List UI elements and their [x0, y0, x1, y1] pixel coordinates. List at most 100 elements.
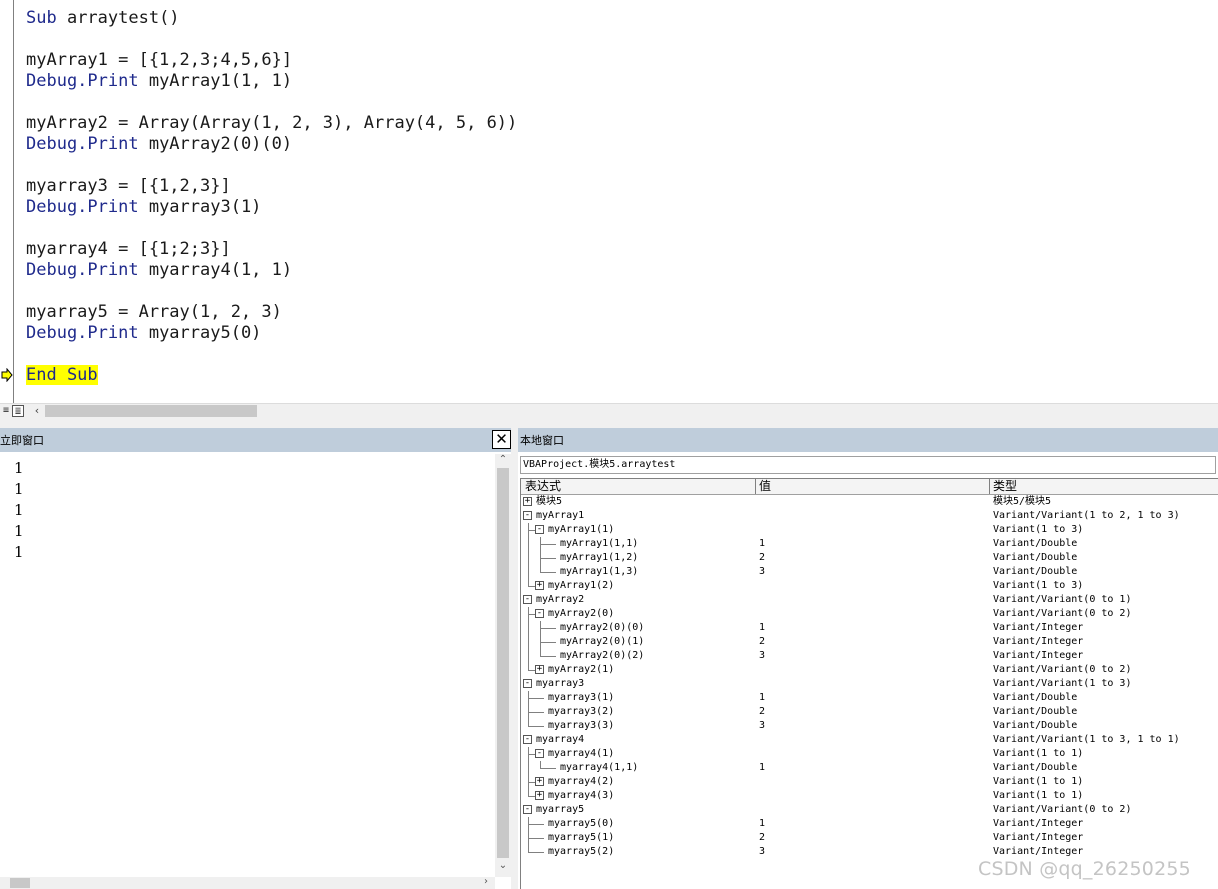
- procedure-view-icon[interactable]: ≡: [0, 405, 12, 417]
- locals-row[interactable]: - myarray4(1) Variant(1 to 1): [521, 747, 1218, 761]
- code-line[interactable]: Debug.Print myarray3(1): [26, 197, 517, 218]
- code-line[interactable]: [26, 281, 517, 302]
- locals-row[interactable]: myArray2(0)(0) 1 Variant/Integer: [521, 621, 1218, 635]
- code-line[interactable]: Sub arraytest(): [26, 8, 517, 29]
- locals-row[interactable]: + myarray4(3) Variant(1 to 1): [521, 789, 1218, 803]
- code-line[interactable]: [26, 29, 517, 50]
- collapse-icon[interactable]: -: [535, 525, 544, 534]
- expression-cell: myarray3(3): [548, 720, 615, 731]
- locals-row[interactable]: myArray1(1,3) 3 Variant/Double: [521, 565, 1218, 579]
- locals-row[interactable]: myArray2(0)(1) 2 Variant/Integer: [521, 635, 1218, 649]
- value-cell[interactable]: 2: [759, 635, 765, 649]
- locals-header: 表达式 值 类型: [521, 479, 1218, 495]
- expand-icon[interactable]: +: [535, 777, 544, 786]
- expand-icon[interactable]: +: [535, 665, 544, 674]
- expand-icon[interactable]: +: [535, 791, 544, 800]
- locals-window-title-bar[interactable]: 本地窗口: [518, 428, 1218, 452]
- column-header-type[interactable]: 类型: [989, 479, 1017, 494]
- locals-row[interactable]: myArray1(1,2) 2 Variant/Double: [521, 551, 1218, 565]
- tree-line: [540, 656, 556, 657]
- locals-row[interactable]: myarray3(3) 3 Variant/Double: [521, 719, 1218, 733]
- value-cell[interactable]: 3: [759, 649, 765, 663]
- code-text[interactable]: Sub arraytest() myArray1 = [{1,2,3;4,5,6}…: [26, 8, 517, 386]
- scroll-right-arrow-icon[interactable]: ›: [478, 876, 494, 887]
- code-line[interactable]: Debug.Print myArray2(0)(0): [26, 134, 517, 155]
- collapse-icon[interactable]: -: [523, 511, 532, 520]
- collapse-icon[interactable]: -: [523, 595, 532, 604]
- locals-row[interactable]: myarray5(0) 1 Variant/Integer: [521, 817, 1218, 831]
- value-cell[interactable]: 1: [759, 761, 765, 775]
- scroll-thumb[interactable]: [10, 878, 30, 888]
- column-header-value[interactable]: 值: [755, 479, 771, 494]
- locals-row[interactable]: - myArray1 Variant/Variant(1 to 2, 1 to 3): [521, 509, 1218, 523]
- locals-row[interactable]: - myArray2(0) Variant/Variant(0 to 2): [521, 607, 1218, 621]
- code-editor[interactable]: Sub arraytest() myArray1 = [{1,2,3;4,5,6}…: [0, 0, 1218, 403]
- immediate-window-title-bar[interactable]: 立即窗口 ✕: [0, 428, 514, 452]
- locals-row[interactable]: + myArray1(2) Variant(1 to 3): [521, 579, 1218, 593]
- scroll-left-arrow-icon[interactable]: ‹: [31, 404, 43, 418]
- collapse-icon[interactable]: -: [535, 749, 544, 758]
- code-line[interactable]: [26, 155, 517, 176]
- type-cell: Variant/Integer: [993, 636, 1084, 647]
- locals-row[interactable]: + myarray4(2) Variant(1 to 1): [521, 775, 1218, 789]
- code-line[interactable]: Debug.Print myarray4(1, 1): [26, 260, 517, 281]
- value-cell[interactable]: 2: [759, 705, 765, 719]
- immediate-vertical-scrollbar[interactable]: ⌃ ⌄: [495, 454, 511, 877]
- locals-row[interactable]: + myArray2(1) Variant/Variant(0 to 2): [521, 663, 1218, 677]
- locals-row[interactable]: myarray5(2) 3 Variant/Integer: [521, 845, 1218, 859]
- splitter[interactable]: [0, 418, 1218, 428]
- locals-row[interactable]: - myarray3 Variant/Variant(1 to 3): [521, 677, 1218, 691]
- locals-row[interactable]: + 模块5 模块5/模块5: [521, 495, 1218, 509]
- locals-row[interactable]: myArray1(1,1) 1 Variant/Double: [521, 537, 1218, 551]
- collapse-icon[interactable]: -: [523, 805, 532, 814]
- value-cell[interactable]: 3: [759, 845, 765, 859]
- code-line[interactable]: Debug.Print myArray1(1, 1): [26, 71, 517, 92]
- code-line[interactable]: myArray2 = Array(Array(1, 2, 3), Array(4…: [26, 113, 517, 134]
- code-line[interactable]: myarray5 = Array(1, 2, 3): [26, 302, 517, 323]
- locals-row[interactable]: - myarray4 Variant/Variant(1 to 3, 1 to 1): [521, 733, 1218, 747]
- value-cell[interactable]: 2: [759, 831, 765, 845]
- code-line[interactable]: myarray3 = [{1,2,3}]: [26, 176, 517, 197]
- locals-row[interactable]: - myArray2 Variant/Variant(0 to 1): [521, 593, 1218, 607]
- code-line[interactable]: [26, 218, 517, 239]
- collapse-icon[interactable]: -: [523, 679, 532, 688]
- call-stack-context[interactable]: VBAProject.模块5.arraytest: [520, 456, 1216, 474]
- collapse-icon[interactable]: -: [535, 609, 544, 618]
- code-line[interactable]: End Sub: [26, 365, 517, 386]
- scroll-down-arrow-icon[interactable]: ⌄: [495, 860, 511, 871]
- code-horizontal-scrollbar[interactable]: ≡ ≣ ‹: [0, 403, 1218, 418]
- expand-icon[interactable]: +: [523, 497, 532, 506]
- tree-line: [528, 551, 529, 565]
- column-header-expression[interactable]: 表达式: [521, 479, 561, 494]
- value-cell[interactable]: 1: [759, 691, 765, 705]
- locals-row[interactable]: myarray3(2) 2 Variant/Double: [521, 705, 1218, 719]
- value-cell[interactable]: 3: [759, 719, 765, 733]
- value-cell[interactable]: 1: [759, 621, 765, 635]
- code-text-run: myarray3 = [{1,2,3}]: [26, 176, 231, 196]
- close-button[interactable]: ✕: [492, 430, 511, 449]
- locals-row[interactable]: myarray4(1,1) 1 Variant/Double: [521, 761, 1218, 775]
- scroll-thumb[interactable]: [497, 468, 509, 858]
- locals-row[interactable]: myarray5(1) 2 Variant/Integer: [521, 831, 1218, 845]
- scroll-up-arrow-icon[interactable]: ⌃: [495, 454, 511, 465]
- expand-icon[interactable]: +: [535, 581, 544, 590]
- immediate-horizontal-scrollbar[interactable]: ›: [0, 876, 495, 889]
- locals-row[interactable]: myarray3(1) 1 Variant/Double: [521, 691, 1218, 705]
- value-cell[interactable]: 1: [759, 817, 765, 831]
- scroll-thumb[interactable]: [45, 405, 257, 417]
- code-keyword: Debug.Print: [26, 71, 139, 91]
- immediate-output[interactable]: 1 1 1 1 1: [14, 458, 24, 563]
- code-line[interactable]: myarray4 = [{1;2;3}]: [26, 239, 517, 260]
- code-line[interactable]: myArray1 = [{1,2,3;4,5,6}]: [26, 50, 517, 71]
- value-cell[interactable]: 2: [759, 551, 765, 565]
- value-cell[interactable]: 3: [759, 565, 765, 579]
- code-line[interactable]: Debug.Print myarray5(0): [26, 323, 517, 344]
- locals-row[interactable]: - myarray5 Variant/Variant(0 to 2): [521, 803, 1218, 817]
- collapse-icon[interactable]: -: [523, 735, 532, 744]
- value-cell[interactable]: 1: [759, 537, 765, 551]
- full-module-view-icon[interactable]: ≣: [12, 405, 24, 417]
- locals-row[interactable]: - myArray1(1) Variant(1 to 3): [521, 523, 1218, 537]
- code-line[interactable]: [26, 92, 517, 113]
- locals-row[interactable]: myArray2(0)(2) 3 Variant/Integer: [521, 649, 1218, 663]
- code-line[interactable]: [26, 344, 517, 365]
